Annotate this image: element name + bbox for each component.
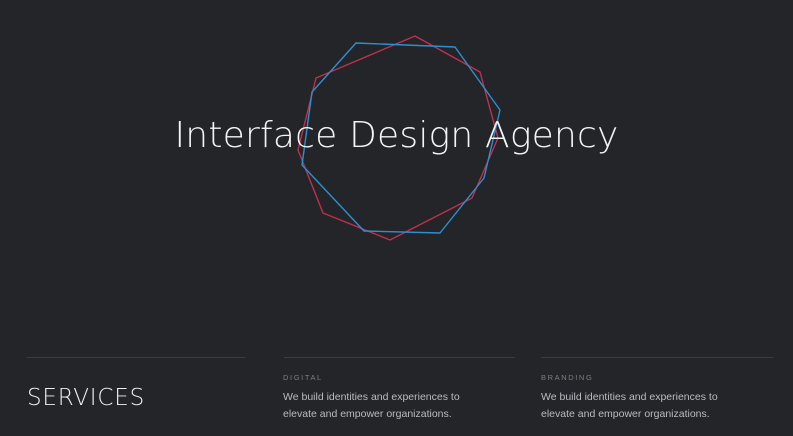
divider <box>27 357 245 358</box>
service-description: We build identities and experiences to e… <box>541 391 718 420</box>
services-heading: SERVICES <box>27 385 145 411</box>
divider <box>541 357 773 358</box>
hero-title: Interface Design Agency <box>174 115 619 156</box>
service-branding: BRANDING We build identities and experie… <box>541 373 771 423</box>
service-digital: DIGITAL We build identities and experien… <box>283 373 513 423</box>
landing-page: Interface Design Agency SERVICES DIGITAL… <box>0 0 793 436</box>
service-label: DIGITAL <box>283 373 323 382</box>
service-description: We build identities and experiences to e… <box>283 391 460 420</box>
divider <box>284 357 515 358</box>
service-label: BRANDING <box>541 373 594 382</box>
